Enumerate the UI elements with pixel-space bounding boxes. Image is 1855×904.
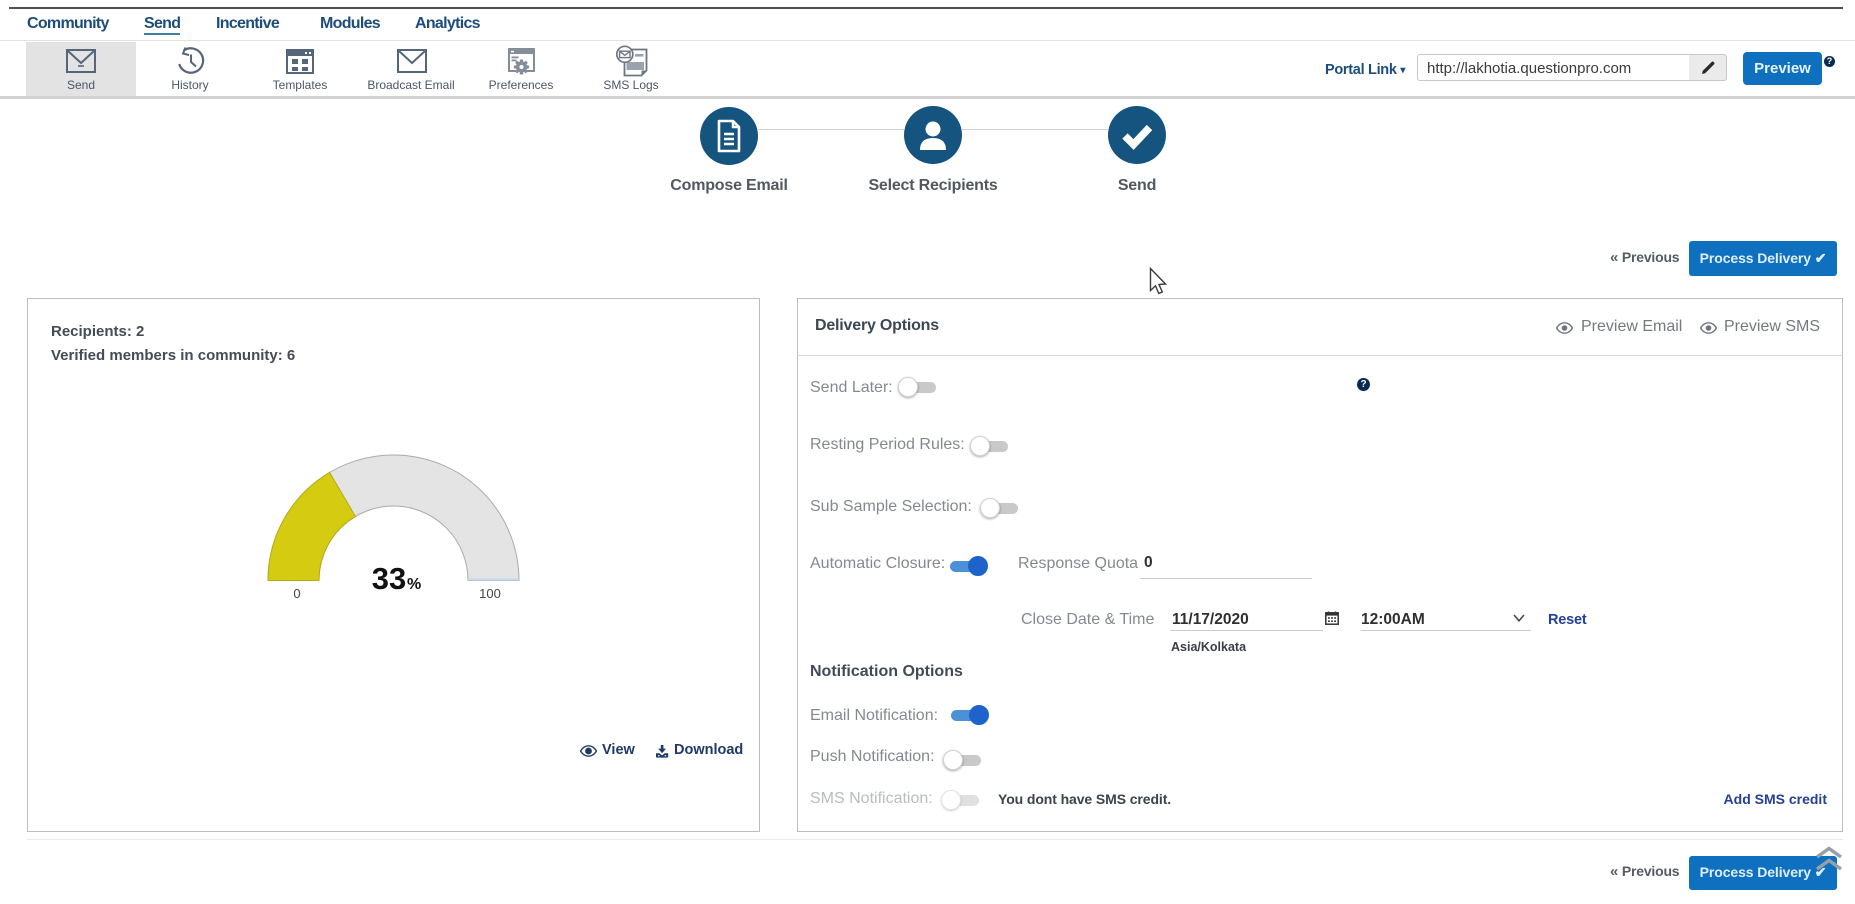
svg-text:100: 100 [479, 586, 501, 601]
svg-text:33: 33 [372, 561, 406, 596]
svg-text:0: 0 [293, 586, 300, 601]
svg-text:%: % [407, 576, 421, 593]
